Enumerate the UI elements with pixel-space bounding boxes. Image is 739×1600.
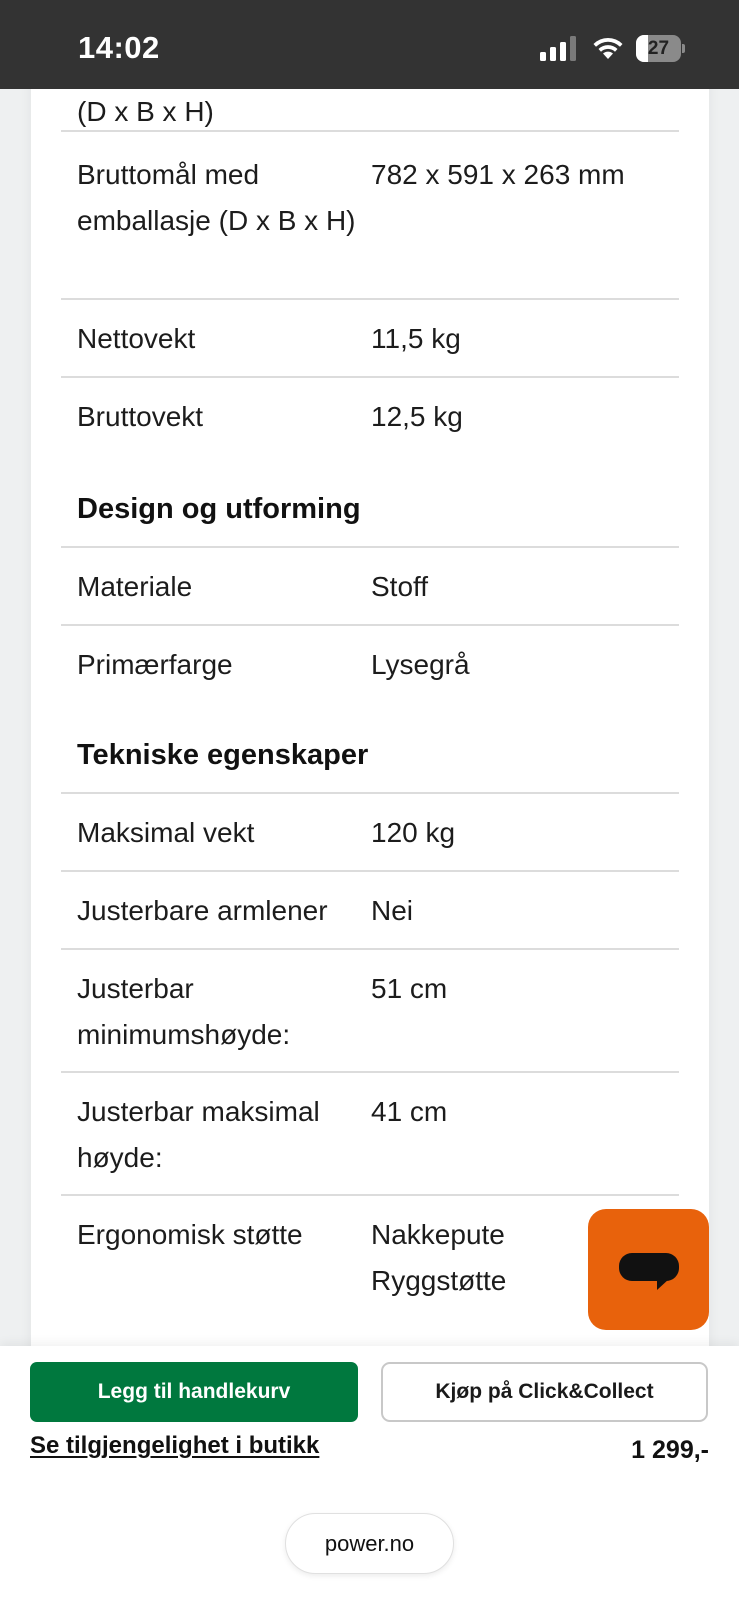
spec-value: 782 x 591 x 263 mm <box>371 159 625 190</box>
bottom-action-bar: Legg til handlekurv Kjøp på Click&Collec… <box>0 1346 739 1600</box>
section-heading-design: Design og utforming <box>77 493 361 525</box>
spec-label: Justerbar minimumshøyde: <box>77 973 291 1050</box>
spec-label: Ergonomisk støtte <box>77 1219 303 1250</box>
signal-icon <box>540 36 576 61</box>
spec-value: Nakkepute Ryggstøtte <box>371 1219 507 1296</box>
wifi-icon <box>593 37 623 59</box>
battery-icon: 27 <box>636 35 685 62</box>
spec-label: Justerbar maksimal høyde: <box>77 1096 320 1173</box>
spec-value: 11,5 kg <box>371 323 461 354</box>
chat-bubble-icon <box>619 1253 679 1290</box>
spec-card: (D x B x H) Bruttomål med emballasje (D … <box>31 60 709 1360</box>
product-price: 1 299,- <box>631 1436 709 1464</box>
spec-row-primary-color: Primærfarge Lysegrå <box>61 624 679 702</box>
spec-row-ergonomic-support: Ergonomisk støtte Nakkepute Ryggstøtte <box>61 1194 679 1334</box>
spec-value: 51 cm <box>371 973 448 1004</box>
spec-value: Stoff <box>371 571 429 602</box>
spec-label: Materiale <box>77 571 193 602</box>
spec-value: Nei <box>371 895 414 926</box>
store-availability-link[interactable]: Se tilgjengelighet i butikk <box>30 1432 319 1460</box>
spec-label: Bruttovekt <box>77 401 204 432</box>
chat-button[interactable] <box>588 1209 709 1330</box>
browser-url: power.no <box>324 1530 415 1556</box>
spec-label: Justerbare armlener <box>77 895 328 926</box>
spec-row-gross-dimensions: Bruttomål med emballasje (D x B x H) 782… <box>61 130 679 298</box>
spec-label: Bruttomål med emballasje (D x B x H) <box>77 159 356 236</box>
spec-label: Maksimal vekt <box>77 817 255 848</box>
add-to-cart-button[interactable]: Legg til handlekurv <box>30 1362 358 1422</box>
section-heading-technical: Tekniske egenskaper <box>77 739 369 771</box>
spec-row-net-weight: Nettovekt 11,5 kg <box>61 298 679 376</box>
spec-row-material: Materiale Stoff <box>61 546 679 624</box>
spec-value: 41 cm <box>371 1096 448 1127</box>
spec-label: Nettovekt <box>77 323 196 354</box>
spec-cut-off-label: (D x B x H) <box>77 96 214 127</box>
spec-row-max-height: Justerbar maksimal høyde: 41 cm <box>61 1071 679 1194</box>
spec-row-max-weight: Maksimal vekt 120 kg <box>61 792 679 870</box>
status-time: 14:02 <box>78 30 160 65</box>
click-collect-button[interactable]: Kjøp på Click&Collect <box>381 1362 708 1422</box>
browser-url-pill[interactable]: power.no <box>285 1513 454 1574</box>
spec-label: Primærfarge <box>77 649 233 680</box>
spec-value: 120 kg <box>371 817 456 848</box>
battery-level: 27 <box>647 38 670 59</box>
spec-value: 12,5 kg <box>371 401 463 432</box>
spec-row-adjustable-armrests: Justerbare armlener Nei <box>61 870 679 948</box>
status-bar: 14:02 27 <box>0 0 739 89</box>
spec-row-min-height: Justerbar minimumshøyde: 51 cm <box>61 948 679 1071</box>
spec-row-gross-weight: Bruttovekt 12,5 kg <box>61 376 679 454</box>
spec-value: Lysegrå <box>371 649 470 680</box>
